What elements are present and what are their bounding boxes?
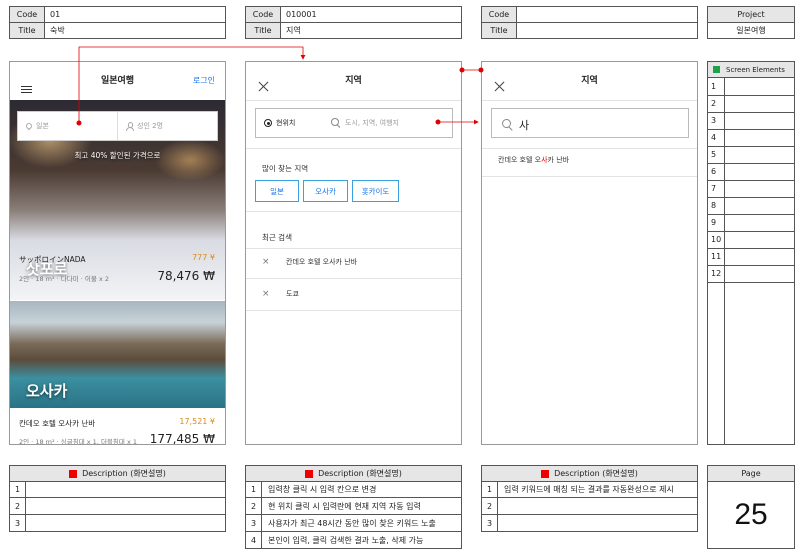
flow-dot-search (435, 119, 441, 125)
flow-dot-location (76, 120, 82, 126)
flow-connectors (76, 46, 484, 126)
flow-dot-screen2-edge (459, 67, 465, 73)
flow-arrow-location-to-region (78, 46, 306, 123)
flow-dot-screen3-edge (478, 67, 484, 73)
